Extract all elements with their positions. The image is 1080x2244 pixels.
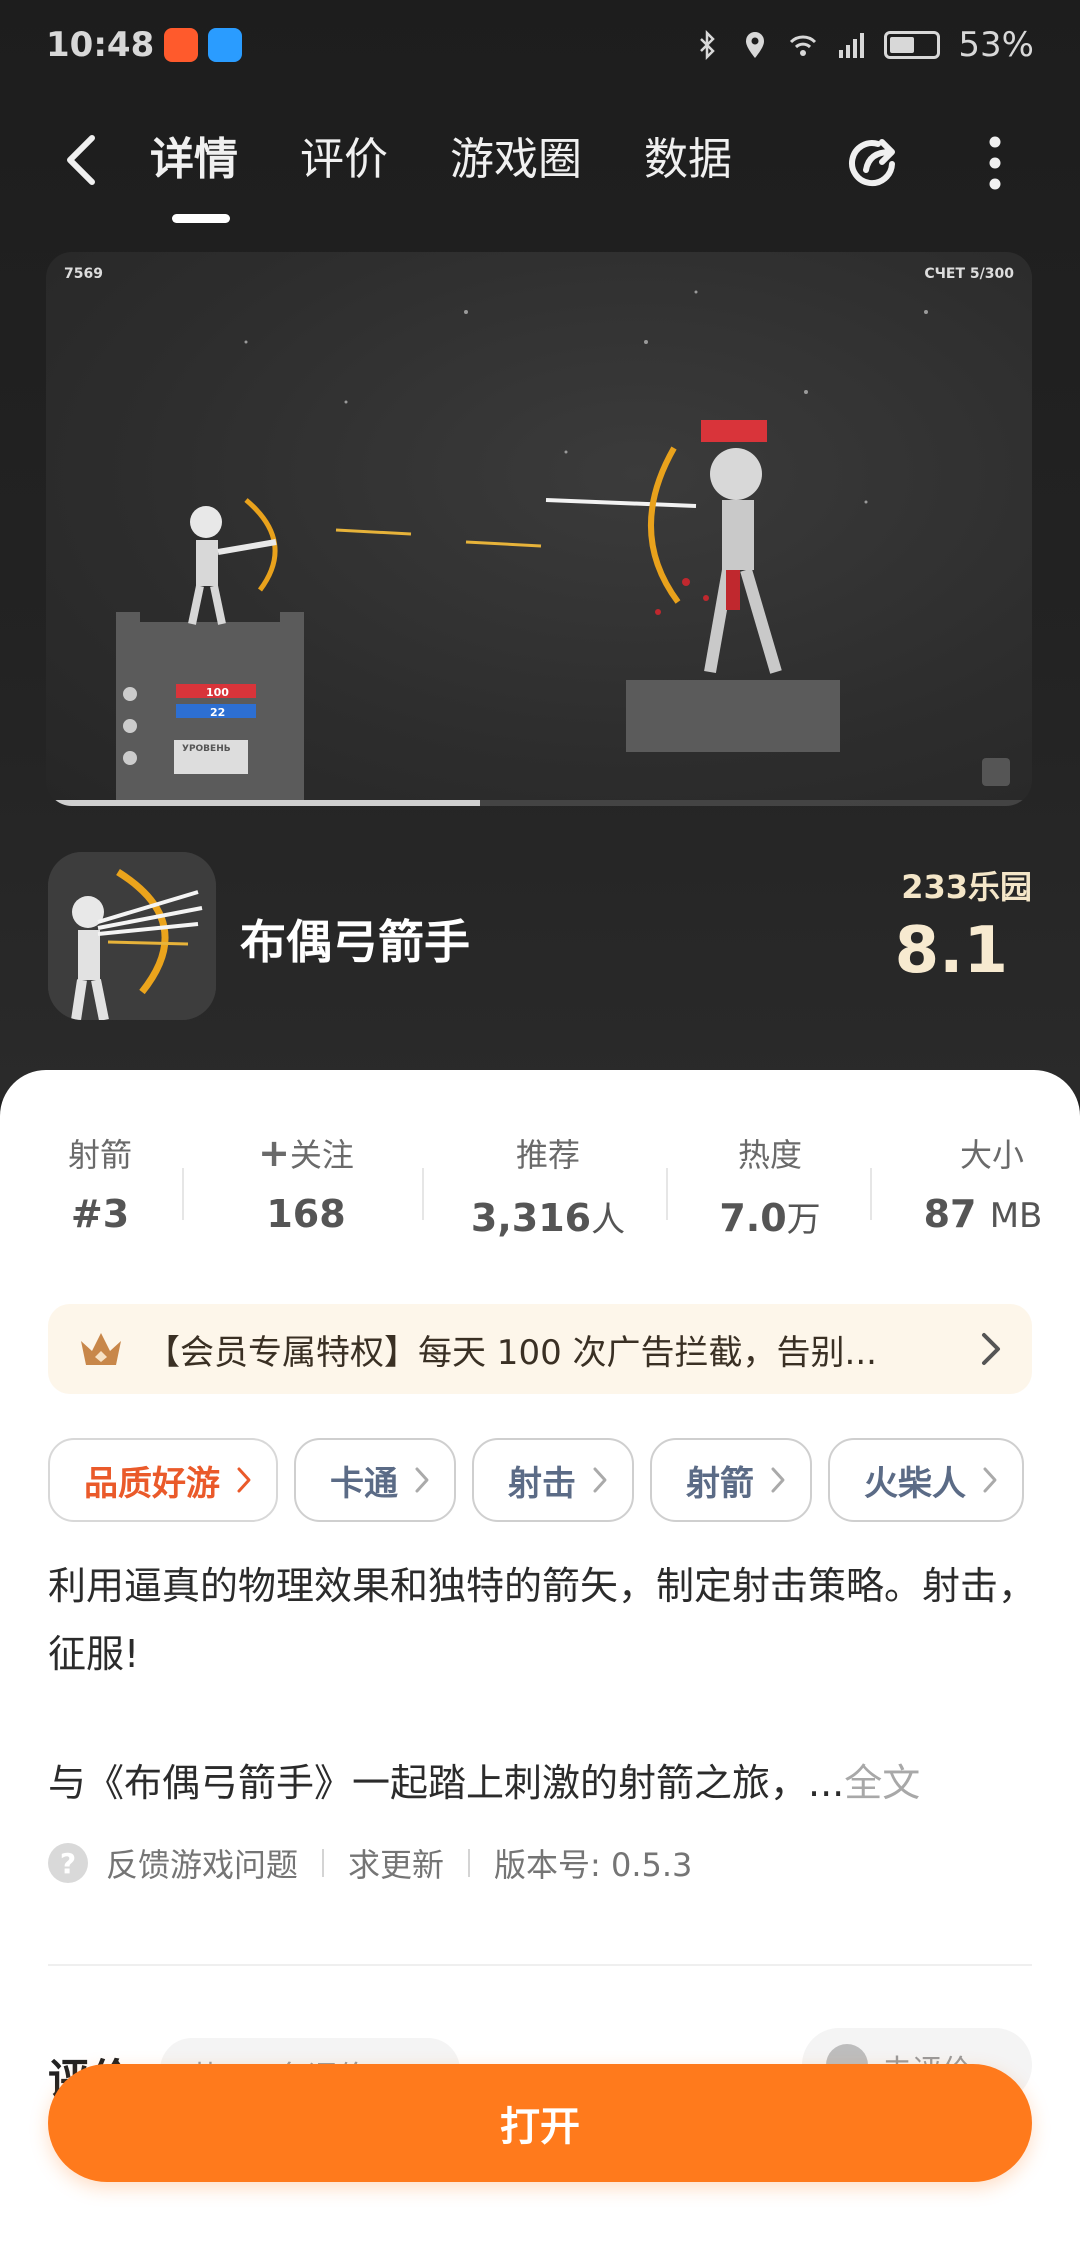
- game-scene-illustration: [116, 290, 928, 806]
- meta-divider: [468, 1849, 471, 1877]
- top-nav: 详情 评价 游戏圈 数据: [0, 110, 1080, 223]
- status-time: 10:48: [46, 25, 155, 65]
- stat-divider: [182, 1168, 184, 1220]
- battery-percent: 53%: [958, 25, 1034, 65]
- stats-row: 射箭 #3 +关注 168 推荐 3,316人 热度 7.0万 大小 87 MB: [0, 1130, 1080, 1240]
- tag-list: 品质好游 卡通 射击 射箭 火柴人: [48, 1438, 1080, 1524]
- score-board-top: 100: [206, 686, 229, 699]
- status-bar: 10:48 53%: [0, 0, 1080, 90]
- score-board-bottom: 22: [210, 706, 226, 719]
- tab-active-indicator: [172, 214, 230, 223]
- vip-privilege-banner[interactable]: 【会员专属特权】每天 100 次广告拦截，告别...: [48, 1304, 1032, 1394]
- stat-divider: [870, 1168, 872, 1220]
- description-preview: 与《布偶弓箭手》一起踏上刺激的射箭之旅，...全文: [48, 1761, 921, 1805]
- stat-divider: [422, 1168, 424, 1220]
- chevron-right-icon: [983, 1467, 997, 1493]
- tab-game-circle[interactable]: 游戏圈: [450, 128, 582, 192]
- vip-banner-text: 【会员专属特权】每天 100 次广告拦截，告别...: [146, 1332, 877, 1373]
- chevron-right-icon: [982, 1333, 1000, 1365]
- description-intro: 利用逼真的物理效果和独特的箭矢，制定射击策略。射击，征服!: [48, 1564, 1037, 1676]
- tag-stickman[interactable]: 火柴人: [828, 1438, 1024, 1522]
- meta-row: ? 反馈游戏问题 求更新 版本号: 0.5.3: [48, 1840, 692, 1886]
- tab-reviews[interactable]: 评价: [300, 128, 388, 192]
- crown-icon: [81, 1333, 121, 1365]
- app-notification-icon: [164, 28, 199, 62]
- tab-data[interactable]: 数据: [644, 128, 732, 192]
- stat-size[interactable]: 大小 87 MB: [918, 1130, 1048, 1236]
- stat-value: #3: [70, 1192, 130, 1236]
- chevron-right-icon: [415, 1467, 429, 1493]
- stat-label: 大小: [959, 1136, 1024, 1174]
- location-icon: [746, 32, 765, 58]
- wifi-icon: [790, 35, 817, 56]
- version-number: 版本号: 0.5.3: [494, 1846, 693, 1884]
- chevron-right-icon: [593, 1467, 607, 1493]
- stat-value: 168: [266, 1192, 346, 1236]
- stat-label: 热度: [737, 1136, 802, 1174]
- game-screenshot[interactable]: 7569 СЧЕТ 5/300 100 22 УРОВЕНЬ: [46, 252, 1032, 806]
- tag-cartoon[interactable]: 卡通: [294, 1438, 456, 1522]
- stat-label: +关注: [258, 1131, 354, 1175]
- rating-score: 8.1: [894, 914, 1008, 988]
- stat-value: 87 MB: [923, 1192, 1043, 1236]
- tag-shooting[interactable]: 射击: [472, 1438, 634, 1522]
- more-icon[interactable]: [980, 130, 1010, 196]
- feedback-link[interactable]: 反馈游戏问题: [106, 1840, 298, 1886]
- section-divider: [48, 1964, 1032, 1966]
- expand-description-link[interactable]: 全文: [844, 1761, 920, 1805]
- battery-icon: [884, 31, 941, 59]
- share-icon[interactable]: [842, 130, 908, 196]
- signal-icon: [839, 33, 865, 58]
- chevron-right-icon: [237, 1467, 251, 1493]
- level-sign: УРОВЕНЬ: [182, 744, 231, 754]
- stat-label: 射箭: [67, 1136, 132, 1174]
- tab-bar: 详情 评价 游戏圈 数据: [150, 128, 794, 192]
- stat-label: 推荐: [515, 1136, 580, 1174]
- open-game-button[interactable]: 打开: [48, 2064, 1032, 2182]
- stat-follow[interactable]: +关注 168: [236, 1130, 376, 1236]
- stat-divider: [666, 1168, 668, 1220]
- search-app-notification-icon: [208, 28, 243, 62]
- meta-divider: [322, 1849, 325, 1877]
- stat-category-rank[interactable]: 射箭 #3: [52, 1130, 148, 1236]
- media-progress: [46, 800, 1032, 806]
- tag-quality-game[interactable]: 品质好游: [48, 1438, 278, 1522]
- tag-archery[interactable]: 射箭: [650, 1438, 812, 1522]
- plus-icon: +: [258, 1131, 290, 1175]
- status-indicators: 53%: [692, 25, 1034, 65]
- stat-value: 7.0万: [719, 1196, 821, 1240]
- media-progress-fill: [46, 800, 480, 806]
- rating-source: 233乐园: [901, 868, 1032, 906]
- back-icon[interactable]: [60, 132, 110, 188]
- pause-icon[interactable]: [982, 758, 1010, 786]
- stat-value: 3,316人: [470, 1196, 626, 1240]
- archer-logo-icon: [48, 852, 216, 1020]
- game-title: 布偶弓箭手: [240, 915, 470, 969]
- stat-popularity[interactable]: 热度 7.0万: [708, 1130, 832, 1241]
- tab-details[interactable]: 详情: [150, 128, 238, 192]
- bluetooth-icon: [700, 30, 716, 60]
- request-update-link[interactable]: 求更新: [348, 1840, 444, 1886]
- chevron-right-icon: [771, 1467, 785, 1493]
- stat-recommend[interactable]: 推荐 3,316人: [470, 1130, 626, 1241]
- game-app-icon: [48, 852, 216, 1020]
- question-icon: ?: [48, 1843, 88, 1883]
